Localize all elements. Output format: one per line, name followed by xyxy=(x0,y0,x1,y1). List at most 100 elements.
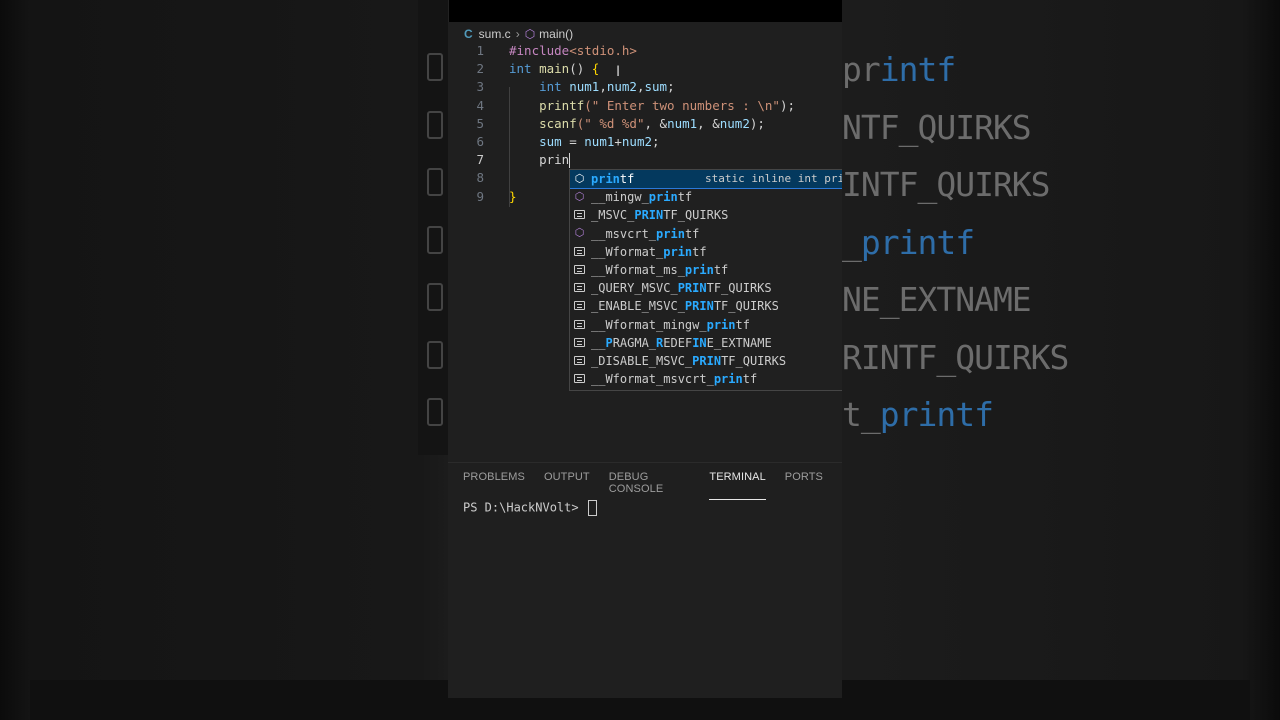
code-token: , xyxy=(599,79,607,95)
terminal-prompt: PS D:\HackNVolt> xyxy=(463,500,586,515)
suggestion-text: tf xyxy=(735,317,750,332)
suggestion-text: __Wformat_msvcrt_ xyxy=(591,372,714,387)
code-token: + xyxy=(614,134,622,149)
suggestion-label: _ENABLE_MSVC_PRINTF_QUIRKS xyxy=(591,297,779,315)
code-token: #include xyxy=(509,43,570,58)
tab-ports[interactable]: PORTS xyxy=(785,471,823,500)
code-token: () xyxy=(569,61,592,77)
background-ghost-text: printf xyxy=(842,50,1280,89)
code-token: sum xyxy=(539,134,562,149)
code-token: num1 xyxy=(584,134,615,149)
ghost-constant-icon xyxy=(427,283,443,311)
code-text: sum = num1+num2; xyxy=(509,133,659,151)
suggestion-item[interactable]: __Wformat_mingw_printf xyxy=(570,316,842,334)
suggestion-text: __ xyxy=(591,335,606,350)
line-number: 8 xyxy=(476,170,484,186)
suggestion-text: tf xyxy=(677,190,693,205)
ghost-constant-icon xyxy=(427,168,443,196)
suggestion-label: __Wformat_ms_printf xyxy=(591,261,728,279)
terminal-output[interactable]: PS D:\HackNVolt> xyxy=(463,500,597,516)
suggestion-item[interactable]: _DISABLE_MSVC_PRINTF_QUIRKS xyxy=(570,352,842,370)
suggestion-match: P xyxy=(605,335,613,350)
suggestion-item[interactable]: _MSVC_PRINTF_QUIRKS xyxy=(570,206,842,224)
suggestion-item[interactable]: ⬡ __msvcrt_printf xyxy=(570,225,842,243)
ghost-text-highlight: intf xyxy=(879,50,956,89)
suggestion-text: _QUERY_MSVC_ xyxy=(591,281,678,296)
line-number: 3 xyxy=(476,79,484,95)
suggestion-item[interactable]: ⬡ printf static inline int prin xyxy=(570,170,842,190)
line-number: 6 xyxy=(476,134,484,149)
constant-icon xyxy=(574,301,585,311)
constant-icon xyxy=(573,208,586,221)
suggestion-label: printf xyxy=(591,170,634,188)
suggestion-text: __Wformat_ xyxy=(591,244,664,259)
background-left xyxy=(0,0,448,720)
tab-terminal[interactable]: TERMINAL xyxy=(709,471,766,500)
suggestion-match: PRIN xyxy=(692,353,722,368)
code-token: int xyxy=(509,61,532,77)
suggestion-label: __Wformat_printf xyxy=(591,243,707,261)
tab-problems[interactable]: PROBLEMS xyxy=(463,471,525,500)
suggestion-item[interactable]: ⬡ __mingw_printf xyxy=(570,188,842,206)
background-ghost-text: RINTF_QUIRKS xyxy=(842,337,1069,377)
code-line: 2 int main() { xyxy=(448,60,842,78)
line-number: 7 xyxy=(476,152,484,168)
suggestion-item[interactable]: __Wformat_msvcrt_printf xyxy=(570,370,842,388)
suggestion-text: _ENABLE_MSVC_ xyxy=(591,299,685,314)
background-ghost-text: NTF_QUIRKS xyxy=(842,107,1032,147)
suggestion-match: prin xyxy=(663,244,693,259)
code-text: } xyxy=(509,188,517,206)
code-text: int num1,num2,sum; xyxy=(509,78,675,96)
method-cube-icon: ⬡ xyxy=(573,226,586,240)
code-text: scanf(" %d %d", &num1, &num2); xyxy=(509,115,765,133)
suggestion-text: __mingw_ xyxy=(591,190,649,205)
ghost-constant-icon xyxy=(427,398,443,426)
suggestion-text: tf xyxy=(742,372,758,387)
method-cube-icon: ⬡ xyxy=(574,226,585,240)
code-token: } xyxy=(509,188,517,204)
suggestion-match: IN xyxy=(692,335,707,350)
tab-output[interactable]: OUTPUT xyxy=(544,471,590,500)
ghost-text-plain: t_ xyxy=(842,395,881,434)
line-number: 9 xyxy=(476,188,484,204)
background-ghost-text: NE_EXTNAME xyxy=(842,280,1032,319)
constant-icon xyxy=(573,318,586,331)
suggestion-label: __PRAGMA_REDEFINE_EXTNAME xyxy=(591,334,772,352)
suggestion-text: TF_QUIRKS xyxy=(721,353,787,368)
suggestion-item[interactable]: _QUERY_MSVC_PRINTF_QUIRKS xyxy=(570,279,842,297)
text-cursor-ibeam-icon: I xyxy=(616,64,621,80)
line-number: 4 xyxy=(476,97,484,113)
bottom-panel: PROBLEMS OUTPUT DEBUG CONSOLE TERMINAL PORTS… xyxy=(448,462,842,698)
ghost-constant-icon xyxy=(427,110,443,139)
suggestion-item[interactable]: _ENABLE_MSVC_PRINTF_QUIRKS xyxy=(570,297,842,315)
tab-debug-console[interactable]: DEBUG CONSOLE xyxy=(609,471,691,500)
suggestion-match: prin xyxy=(648,190,678,205)
code-token: , xyxy=(636,79,645,95)
breadcrumb-symbol[interactable]: main() xyxy=(539,27,573,41)
breadcrumb-file[interactable]: sum.c xyxy=(479,27,511,41)
code-token: , & xyxy=(697,115,720,131)
code-line: 5 scanf(" %d %d", &num1, &num2); xyxy=(448,115,842,133)
constant-icon xyxy=(574,374,585,384)
code-token: ); xyxy=(779,97,795,113)
suggestion-item[interactable]: __Wformat_printf xyxy=(570,243,842,261)
suggestion-item[interactable]: __Wformat_ms_printf xyxy=(570,261,842,279)
code-line: 3 int num1,num2,sum; xyxy=(448,78,842,96)
line-number: 1 xyxy=(476,43,484,58)
code-token: num2 xyxy=(606,79,637,95)
constant-icon xyxy=(573,299,586,312)
code-token: main xyxy=(539,61,570,77)
suggestion-text: __msvcrt_ xyxy=(591,226,657,241)
constant-icon xyxy=(573,245,586,258)
suggestion-text: tf xyxy=(619,172,635,186)
suggestion-text: tf xyxy=(692,244,707,259)
method-cube-icon: ⬡ xyxy=(573,190,586,203)
ghost-text-plain: _ xyxy=(842,222,862,262)
suggestion-item[interactable]: __PRAGMA_REDEFINE_EXTNAME xyxy=(570,334,842,352)
ghost-text-highlight: printf xyxy=(879,395,994,434)
line-number: 5 xyxy=(476,115,484,131)
constant-icon xyxy=(573,354,586,367)
suggestion-label: __mingw_printf xyxy=(591,188,692,206)
